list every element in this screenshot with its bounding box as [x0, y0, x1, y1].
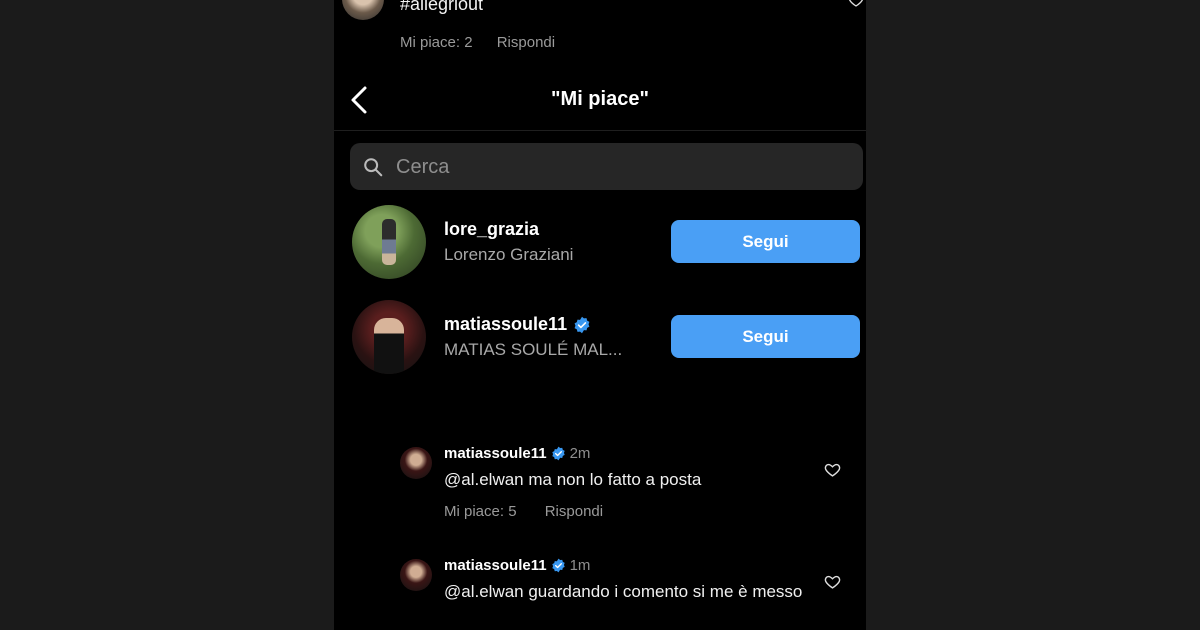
previous-comment: #allegriout Mi piace: 2 Rispondi	[334, 0, 866, 62]
avatar[interactable]	[352, 300, 426, 374]
search-bar[interactable]	[350, 143, 863, 192]
reply-link[interactable]: Rispondi	[545, 503, 603, 520]
comment-timestamp: 2m	[569, 445, 591, 462]
user-row[interactable]: lore_grazia Lorenzo Graziani Segui	[334, 205, 866, 285]
verified-badge-icon	[574, 316, 590, 333]
verified-badge-icon	[551, 558, 565, 573]
follow-button[interactable]: Segui	[671, 220, 860, 263]
avatar[interactable]	[400, 559, 432, 591]
comment-header: matiassoule11 2m	[444, 445, 590, 462]
comment-timestamp: 1m	[569, 557, 591, 574]
heart-icon[interactable]	[824, 573, 841, 590]
avatar[interactable]	[342, 0, 384, 20]
avatar[interactable]	[400, 447, 432, 479]
full-name: Lorenzo Graziani	[444, 245, 574, 264]
search-icon	[364, 158, 383, 177]
likes-count[interactable]: Mi piace: 2	[400, 34, 473, 51]
comment-header: matiassoule11 1m	[444, 557, 590, 574]
reply-link[interactable]: Rispondi	[497, 34, 555, 51]
page-title: "Mi piace"	[551, 88, 649, 110]
comment-meta: Mi piace: 2 Rispondi	[400, 34, 575, 51]
verified-badge-icon	[551, 446, 565, 461]
avatar[interactable]	[352, 205, 426, 279]
follow-button[interactable]: Segui	[671, 315, 860, 358]
comment-username[interactable]: matiassoule11	[444, 445, 547, 462]
username[interactable]: lore_grazia	[444, 219, 539, 240]
comment-text: #allegriout	[400, 0, 484, 14]
username[interactable]: matiassoule11	[444, 314, 591, 335]
heart-icon[interactable]	[848, 0, 864, 8]
comment-username[interactable]: matiassoule11	[444, 557, 547, 574]
phone-screen: #allegriout Mi piace: 2 Rispondi "Mi pia…	[334, 0, 866, 630]
comment-text: @al.elwan ma non lo fatto a posta	[444, 470, 702, 489]
user-row[interactable]: matiassoule11 MATIAS SOULÉ MAL... Segui	[334, 300, 866, 380]
likes-header: "Mi piace"	[334, 70, 866, 131]
full-name: MATIAS SOULÉ MAL...	[444, 340, 623, 359]
likes-count[interactable]: Mi piace: 5	[444, 503, 517, 520]
comment-text: @al.elwan guardando i comento si me è me…	[444, 582, 803, 601]
heart-icon[interactable]	[824, 461, 841, 478]
search-input[interactable]	[394, 143, 838, 192]
comment-meta: Mi piace: 5 Rispondi	[444, 503, 627, 520]
